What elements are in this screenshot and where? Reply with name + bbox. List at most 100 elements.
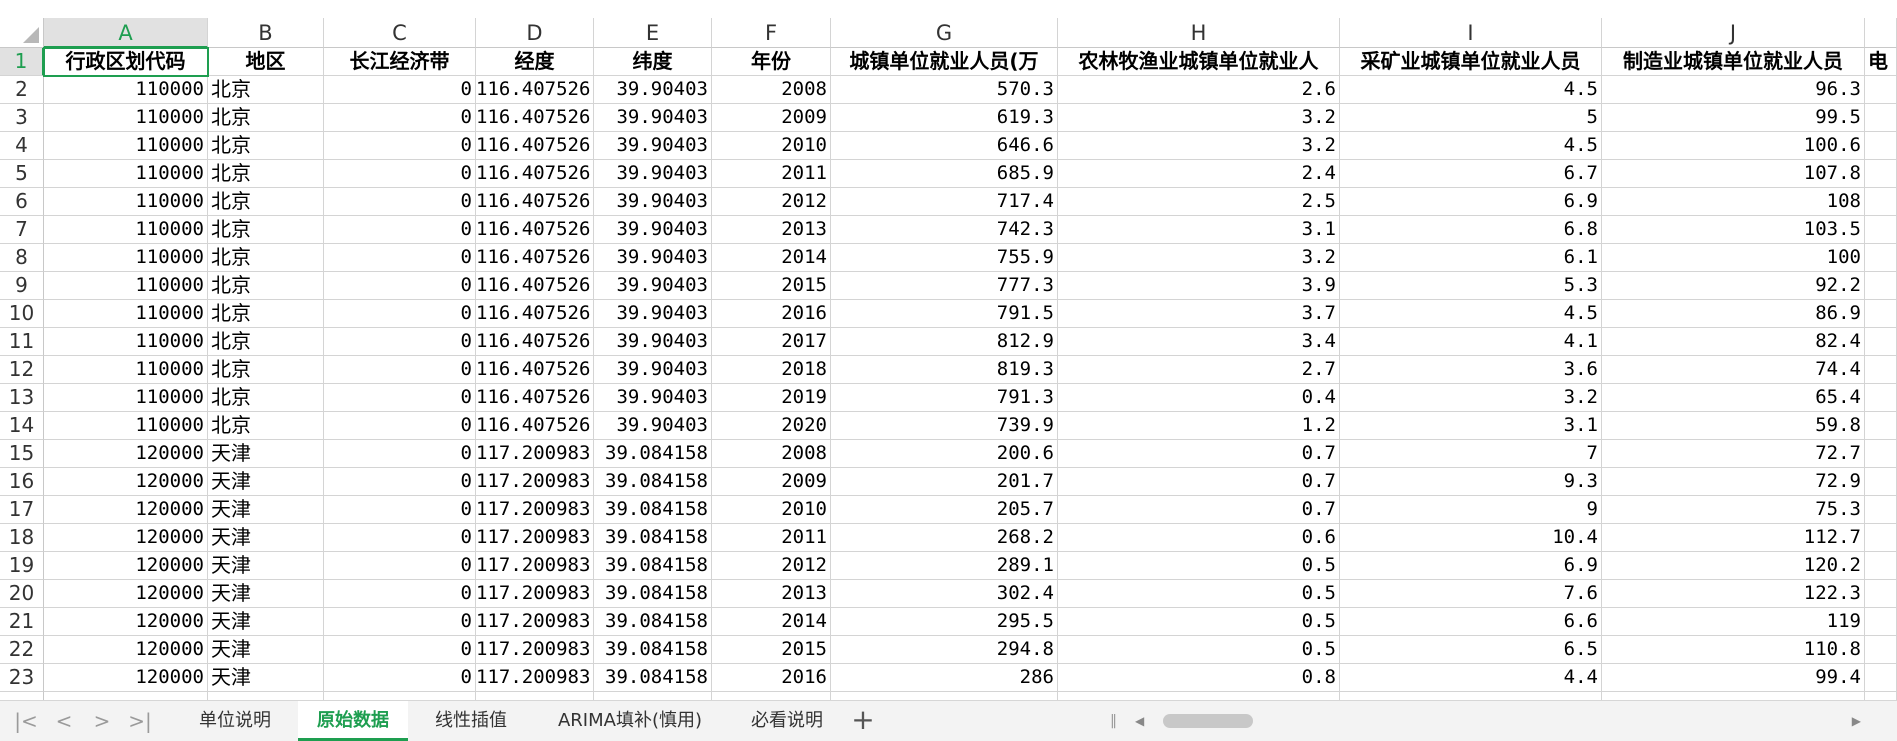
table-cell[interactable]: 819.3 (831, 356, 1058, 384)
table-cell[interactable] (1865, 216, 1897, 244)
column-header-c[interactable]: C (324, 18, 476, 48)
table-cell[interactable]: 2017 (712, 328, 831, 356)
table-cell[interactable]: 2013 (712, 216, 831, 244)
table-cell[interactable]: 777.3 (831, 272, 1058, 300)
column-header-h[interactable]: H (1058, 18, 1340, 48)
table-cell[interactable]: 6.8 (1340, 216, 1602, 244)
table-cell[interactable]: 2012 (712, 552, 831, 580)
table-cell[interactable]: 120000 (44, 468, 208, 496)
header-cell[interactable]: 地区 (208, 48, 324, 76)
table-cell[interactable]: 5.3 (1340, 272, 1602, 300)
table-cell[interactable]: 72.7 (1602, 440, 1865, 468)
table-cell[interactable]: 5 (1340, 104, 1602, 132)
table-cell[interactable]: 755.9 (831, 244, 1058, 272)
table-cell[interactable] (1865, 384, 1897, 412)
tab-raw-data[interactable]: 原始数据 (298, 701, 408, 741)
table-cell[interactable]: 717.4 (831, 188, 1058, 216)
table-cell[interactable]: 0 (324, 468, 476, 496)
table-cell[interactable]: 0 (324, 608, 476, 636)
table-cell[interactable]: 2013 (712, 580, 831, 608)
table-cell[interactable]: 110000 (44, 216, 208, 244)
table-cell[interactable]: 116.407526 (476, 356, 594, 384)
table-cell[interactable] (476, 692, 594, 700)
scroll-thumb[interactable] (1163, 714, 1253, 728)
add-sheet-icon[interactable]: + (848, 705, 878, 735)
table-cell[interactable]: 6.7 (1340, 160, 1602, 188)
row-header[interactable]: 1 (0, 48, 44, 76)
column-header-k[interactable] (1865, 18, 1897, 48)
table-cell[interactable]: 39.90403 (594, 384, 712, 412)
table-cell[interactable] (1058, 692, 1340, 700)
table-cell[interactable]: 39.90403 (594, 244, 712, 272)
table-cell[interactable] (1865, 440, 1897, 468)
table-cell[interactable]: 北京 (208, 132, 324, 160)
row-header[interactable] (0, 692, 44, 700)
table-cell[interactable]: 2016 (712, 664, 831, 692)
table-cell[interactable]: 天津 (208, 608, 324, 636)
horizontal-scrollbar[interactable]: ◀ ▶ (1133, 711, 1863, 731)
table-cell[interactable]: 0 (324, 580, 476, 608)
row-header[interactable]: 13 (0, 384, 44, 412)
table-cell[interactable]: 天津 (208, 580, 324, 608)
row-header[interactable]: 9 (0, 272, 44, 300)
table-cell[interactable]: 39.90403 (594, 356, 712, 384)
table-cell[interactable] (831, 692, 1058, 700)
scroll-left-icon[interactable]: ◀ (1135, 711, 1144, 731)
table-cell[interactable] (1602, 692, 1865, 700)
table-cell[interactable]: 北京 (208, 104, 324, 132)
table-cell[interactable]: 4.4 (1340, 664, 1602, 692)
table-cell[interactable]: 120000 (44, 552, 208, 580)
row-header[interactable]: 10 (0, 300, 44, 328)
table-cell[interactable]: 2018 (712, 356, 831, 384)
table-cell[interactable]: 295.5 (831, 608, 1058, 636)
table-cell[interactable]: 2008 (712, 440, 831, 468)
table-cell[interactable]: 110000 (44, 300, 208, 328)
tab-linear-interp[interactable]: 线性插值 (416, 701, 526, 741)
table-cell[interactable]: 39.90403 (594, 216, 712, 244)
table-cell[interactable]: 0 (324, 496, 476, 524)
table-cell[interactable]: 86.9 (1602, 300, 1865, 328)
table-cell[interactable]: 10.4 (1340, 524, 1602, 552)
table-cell[interactable]: 39.90403 (594, 188, 712, 216)
table-cell[interactable]: 39.90403 (594, 132, 712, 160)
column-header-a[interactable]: A (44, 18, 208, 48)
table-cell[interactable]: 北京 (208, 328, 324, 356)
table-cell[interactable] (1865, 664, 1897, 692)
row-header[interactable]: 12 (0, 356, 44, 384)
table-cell[interactable]: 120000 (44, 524, 208, 552)
table-cell[interactable]: 100 (1602, 244, 1865, 272)
table-cell[interactable] (1865, 636, 1897, 664)
header-cell[interactable]: 经度 (476, 48, 594, 76)
table-cell[interactable]: 3.6 (1340, 356, 1602, 384)
first-sheet-icon[interactable]: |< (12, 708, 40, 734)
table-cell[interactable]: 791.3 (831, 384, 1058, 412)
row-header[interactable]: 2 (0, 76, 44, 104)
table-cell[interactable]: 2011 (712, 160, 831, 188)
row-header[interactable]: 19 (0, 552, 44, 580)
table-cell[interactable] (1340, 692, 1602, 700)
table-cell[interactable]: 39.90403 (594, 160, 712, 188)
table-cell[interactable]: 742.3 (831, 216, 1058, 244)
table-cell[interactable]: 122.3 (1602, 580, 1865, 608)
table-cell[interactable]: 北京 (208, 384, 324, 412)
table-cell[interactable]: 120000 (44, 636, 208, 664)
table-cell[interactable]: 3.2 (1058, 104, 1340, 132)
header-cell[interactable]: 采矿业城镇单位就业人员 (1340, 48, 1602, 76)
table-cell[interactable]: 110000 (44, 160, 208, 188)
row-header[interactable]: 16 (0, 468, 44, 496)
table-cell[interactable]: 75.3 (1602, 496, 1865, 524)
row-header[interactable]: 17 (0, 496, 44, 524)
table-cell[interactable] (1865, 608, 1897, 636)
table-cell[interactable]: 619.3 (831, 104, 1058, 132)
table-cell[interactable]: 6.9 (1340, 188, 1602, 216)
table-cell[interactable]: 2010 (712, 132, 831, 160)
table-cell[interactable]: 302.4 (831, 580, 1058, 608)
header-cell[interactable]: 纬度 (594, 48, 712, 76)
tab-must-read[interactable]: 必看说明 (733, 701, 841, 741)
table-cell[interactable]: 110000 (44, 188, 208, 216)
table-cell[interactable]: 0 (324, 412, 476, 440)
table-cell[interactable]: 0 (324, 160, 476, 188)
table-cell[interactable]: 2020 (712, 412, 831, 440)
row-header[interactable]: 21 (0, 608, 44, 636)
table-cell[interactable]: 天津 (208, 636, 324, 664)
